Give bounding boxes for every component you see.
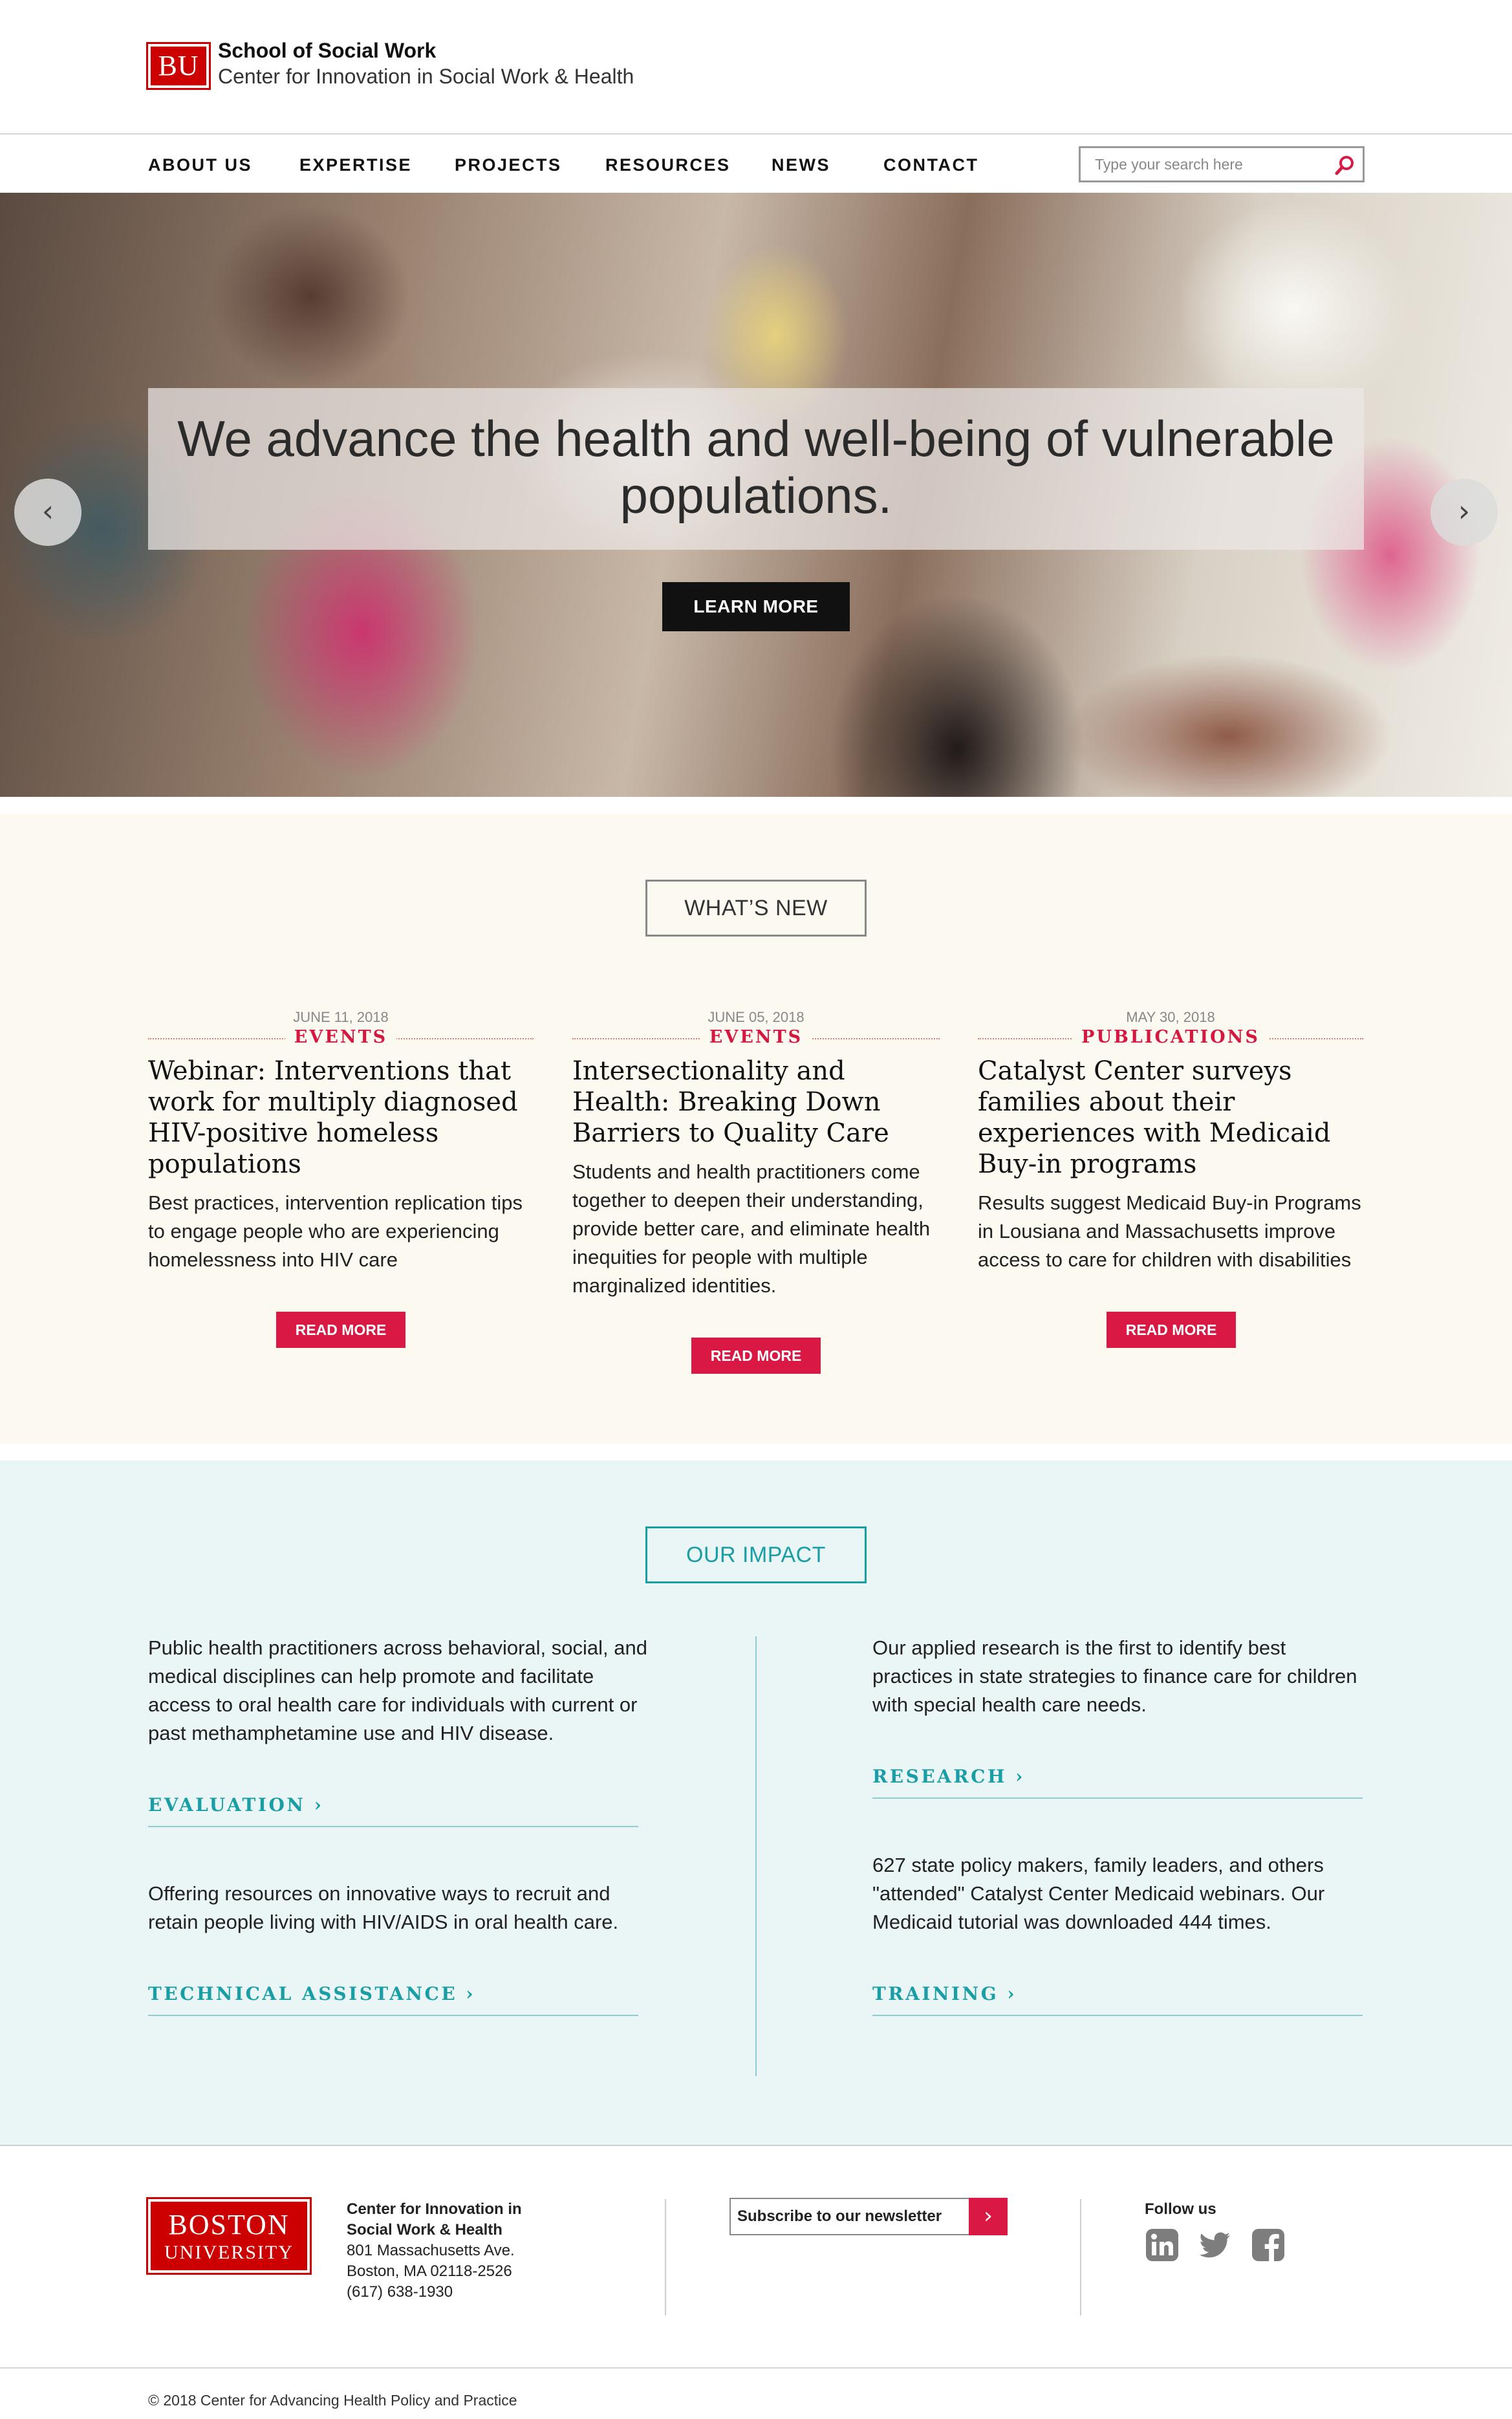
org-title[interactable]: School of Social Work (218, 39, 436, 63)
training-link[interactable]: TRAINING › (872, 1983, 1363, 2016)
carousel-prev-arrow-icon[interactable]: ‹ (14, 479, 81, 546)
news-item: JUNE 05, 2018 EVENTS Intersectionality a… (572, 1009, 940, 1300)
impact-divider (755, 1636, 757, 2076)
impact-text: Offering resources on innovative ways to… (148, 1882, 619, 1933)
news-title[interactable]: Webinar: Interventions that work for mul… (148, 1056, 534, 1180)
nav-news[interactable]: NEWS (772, 155, 830, 175)
twitter-icon[interactable] (1198, 2228, 1233, 2262)
newsletter-form: › (729, 2198, 1008, 2235)
address-street: 801 Massachusetts Ave. (347, 2242, 515, 2259)
news-date: MAY 30, 2018 (1126, 1009, 1215, 1025)
news-category-row: EVENTS (148, 1027, 534, 1049)
learn-more-button[interactable]: LEARN MORE (662, 582, 850, 631)
news-item: JUNE 11, 2018 EVENTS Webinar: Interventi… (148, 1009, 534, 1274)
copyright-divider (0, 2367, 1512, 2369)
linkedin-icon[interactable] (1145, 2228, 1180, 2262)
nav-contact[interactable]: CONTACT (883, 155, 978, 175)
nav-about-us[interactable]: ABOUT US (148, 155, 252, 175)
nav-resources[interactable]: RESOURCES (605, 155, 731, 175)
news-date: JUNE 11, 2018 (293, 1009, 389, 1025)
news-summary: Results suggest Medicaid Buy-in Programs… (978, 1191, 1361, 1271)
search-box (1079, 146, 1365, 182)
carousel-next-arrow-icon[interactable]: › (1431, 479, 1498, 546)
whats-new-section: WHAT’S NEW JUNE 11, 2018 EVENTS Webinar:… (0, 814, 1512, 1444)
our-impact-heading[interactable]: OUR IMPACT (645, 1526, 867, 1583)
news-summary: Best practices, intervention replication… (148, 1191, 523, 1271)
impact-text: Public health practitioners across behav… (148, 1636, 647, 1744)
news-category[interactable]: EVENTS (285, 1027, 397, 1047)
logo-line-2: UNIVERSITY (164, 2242, 294, 2263)
follow-us-label: Follow us (1145, 2200, 1216, 2218)
site-footer: BOSTON UNIVERSITY Center for Innovation … (0, 2145, 1512, 2419)
search-input[interactable] (1081, 148, 1326, 180)
hero-carousel: We advance the health and well-being of … (0, 193, 1512, 797)
read-more-button[interactable]: READ MORE (691, 1338, 821, 1374)
footer-divider (1080, 2199, 1081, 2316)
read-more-button[interactable]: READ MORE (1107, 1312, 1236, 1348)
logo-line-1: BOSTON (168, 2209, 290, 2240)
org-subtitle[interactable]: Center for Innovation in Social Work & H… (218, 65, 634, 89)
impact-text: Our applied research is the first to ide… (872, 1636, 1357, 1716)
read-more-button[interactable]: READ MORE (276, 1312, 405, 1348)
news-title[interactable]: Catalyst Center surveys families about t… (978, 1056, 1363, 1180)
address-city: Boston, MA 02118-2526 (347, 2262, 512, 2280)
address-name: Center for Innovation in (347, 2200, 522, 2218)
news-title[interactable]: Intersectionality and Health: Breaking D… (572, 1056, 940, 1149)
news-category-row: PUBLICATIONS (978, 1027, 1363, 1049)
copyright-text: © 2018 Center for Advancing Health Polic… (148, 2392, 517, 2409)
bu-logo[interactable]: BU (146, 42, 211, 90)
news-category[interactable]: PUBLICATIONS (1072, 1027, 1269, 1047)
nav-projects[interactable]: PROJECTS (455, 155, 562, 175)
search-icon[interactable] (1334, 154, 1356, 176)
news-item: MAY 30, 2018 PUBLICATIONS Catalyst Cente… (978, 1009, 1363, 1274)
news-category-row: EVENTS (572, 1027, 940, 1049)
address-name: Social Work & Health (347, 2221, 502, 2239)
news-summary: Students and health practitioners come t… (572, 1160, 931, 1297)
facebook-icon[interactable] (1251, 2228, 1286, 2262)
technical-assistance-link[interactable]: TECHNICAL ASSISTANCE › (148, 1983, 638, 2016)
our-impact-section: OUR IMPACT Public health practitioners a… (0, 1460, 1512, 2145)
hero-headline: We advance the health and well-being of … (177, 410, 1335, 524)
evaluation-link[interactable]: EVALUATION › (148, 1794, 638, 1827)
nav-expertise[interactable]: EXPERTISE (299, 155, 412, 175)
newsletter-submit-chevron-icon[interactable]: › (969, 2198, 1008, 2235)
footer-address: Center for Innovation in Social Work & H… (347, 2199, 522, 2303)
research-link[interactable]: RESEARCH › (872, 1766, 1363, 1799)
footer-divider (665, 2199, 666, 2316)
whats-new-heading[interactable]: WHAT’S NEW (645, 880, 867, 937)
main-nav: ABOUT US EXPERTISE PROJECTS RESOURCES NE… (0, 136, 1512, 193)
newsletter-email-input[interactable] (731, 2199, 970, 2234)
hero-banner: We advance the health and well-being of … (148, 388, 1364, 550)
site-header: BU School of Social Work Center for Inno… (0, 0, 1512, 135)
news-date: JUNE 05, 2018 (707, 1009, 805, 1025)
impact-text: 627 state policy makers, family leaders,… (872, 1854, 1325, 1933)
news-category[interactable]: EVENTS (700, 1027, 812, 1047)
boston-university-logo[interactable]: BOSTON UNIVERSITY (146, 2197, 312, 2275)
address-phone: (617) 638-1930 (347, 2283, 453, 2301)
